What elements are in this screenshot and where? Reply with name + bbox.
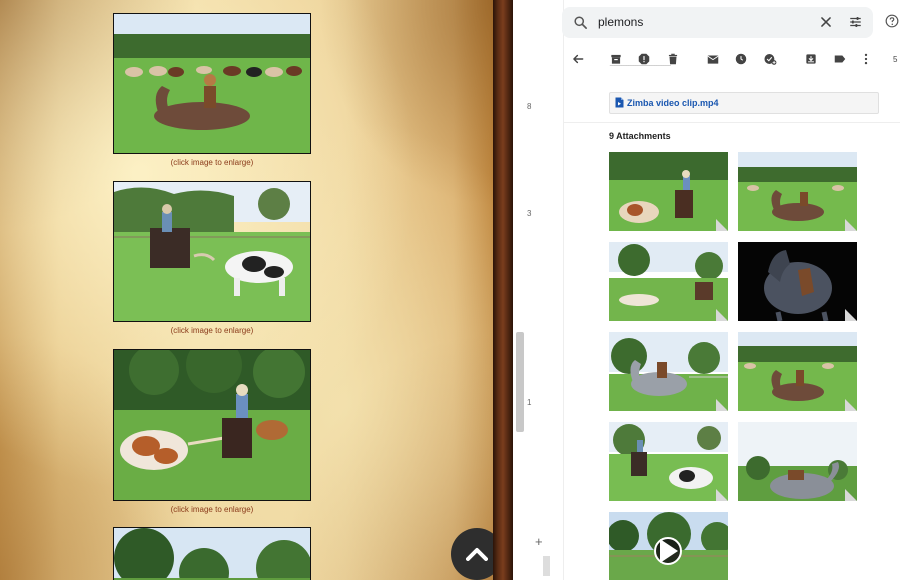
snooze-clock-icon[interactable] (734, 52, 748, 66)
search-bar[interactable]: plemons (562, 7, 873, 38)
strip-number: 1 (527, 398, 532, 407)
attachment-thumbnail[interactable] (738, 242, 857, 321)
photo-caption: (click image to enlarge) (170, 326, 254, 335)
attachment-thumbnail[interactable] (738, 422, 857, 501)
scrollbar[interactable] (516, 332, 524, 432)
chevron-up-icon (466, 548, 488, 561)
photo-horse-lying-with-rider[interactable] (113, 13, 311, 154)
label-icon[interactable] (833, 52, 847, 66)
mark-unread-icon[interactable] (706, 52, 720, 66)
report-spam-icon[interactable] (637, 52, 651, 66)
attachment-file-name: Zimba video clip.mp4 (627, 98, 719, 108)
gmail-window: 8 3 1 + plemons 5 ‾‾‾‾‾‾‾‾‾‾‾‾‾‾‾‾‾‾‾‾‾‾… (513, 0, 900, 580)
attachment-thumbnail[interactable] (738, 332, 857, 411)
photo-caption: (click image to enlarge) (170, 158, 254, 167)
archive-icon[interactable] (609, 52, 623, 66)
help-icon[interactable] (885, 14, 899, 28)
search-input[interactable]: plemons (598, 15, 643, 29)
attachment-thumbnail[interactable] (738, 152, 857, 231)
move-to-icon[interactable] (804, 52, 818, 66)
attachment-thumbnail[interactable] (609, 422, 728, 501)
attachment-thumbnail[interactable] (609, 152, 728, 231)
photo-rider-with-longhorn[interactable] (113, 181, 311, 322)
search-icon[interactable] (573, 15, 588, 30)
cut-off-text: ‾‾‾‾‾‾‾‾‾‾‾‾‾‾‾‾‾‾‾‾‾‾‾‾‾‾ (610, 66, 671, 73)
photo-partial[interactable] (113, 527, 311, 580)
back-arrow-icon[interactable] (571, 52, 585, 66)
plus-icon[interactable]: + (535, 534, 543, 549)
strip-number: 8 (527, 102, 532, 111)
horse-web-page: (click image to enlarge) (click image to… (0, 0, 493, 580)
photo-rider-herding-cattle[interactable] (113, 349, 311, 501)
side-strip: 8 3 1 + (513, 0, 564, 580)
file-video-icon (615, 97, 624, 108)
play-icon[interactable] (654, 537, 682, 565)
page-frame-border (493, 0, 513, 580)
add-task-icon[interactable] (763, 52, 777, 66)
tune-icon[interactable] (848, 15, 863, 29)
scroll-to-top-button[interactable] (451, 528, 493, 580)
divider (563, 122, 900, 123)
attachment-thumbnail[interactable] (609, 242, 728, 321)
photo-caption: (click image to enlarge) (170, 505, 254, 514)
attachment-thumbnail[interactable] (609, 332, 728, 411)
close-icon[interactable] (819, 15, 833, 29)
more-vert-icon[interactable] (859, 52, 873, 66)
strip-box (543, 556, 550, 576)
delete-icon[interactable] (666, 52, 680, 66)
attachment-file-link[interactable]: Zimba video clip.mp4 (609, 92, 879, 114)
strip-number: 3 (527, 209, 532, 218)
attachments-title: 9 Attachments (609, 131, 671, 141)
page-count: 5 (893, 55, 898, 64)
video-thumbnail[interactable] (609, 512, 728, 580)
